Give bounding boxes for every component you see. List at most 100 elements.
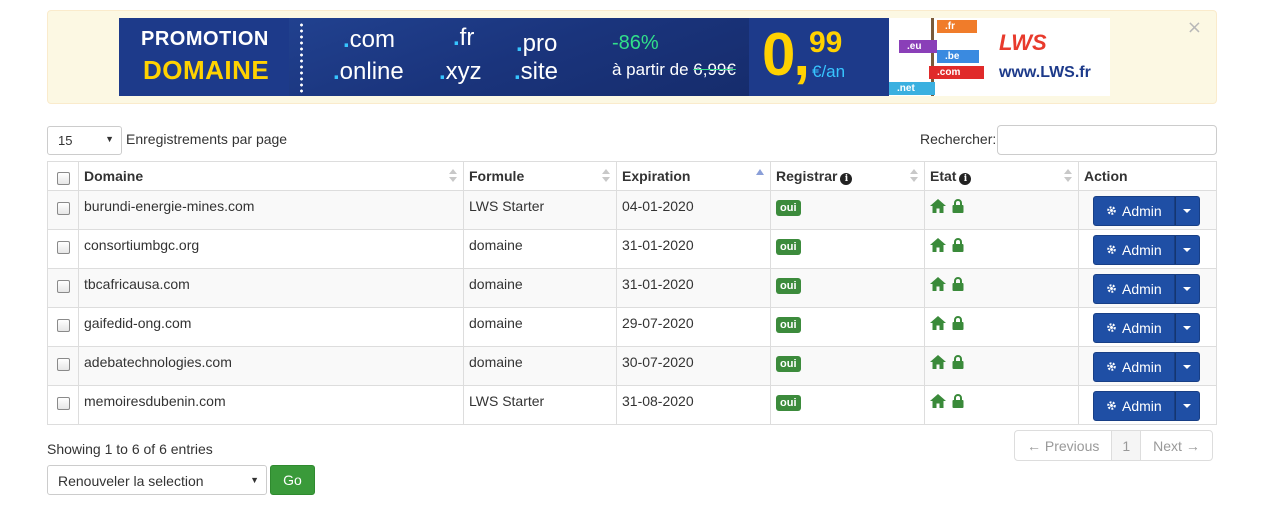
search-input[interactable]: [997, 125, 1217, 155]
domain-cell: consortiumbgc.org: [78, 229, 464, 269]
admin-button-group: Admin: [1093, 352, 1200, 382]
row-checkbox[interactable]: [56, 319, 70, 332]
lws-url: www.LWS.fr: [999, 64, 1091, 81]
admin-button[interactable]: Admin: [1093, 235, 1175, 265]
next-button[interactable]: Next →: [1141, 431, 1212, 460]
registrar-cell: oui: [770, 229, 925, 269]
admin-button[interactable]: Admin: [1093, 352, 1175, 382]
row-checkbox[interactable]: [56, 358, 70, 371]
header-formule-label: Formule: [469, 168, 525, 184]
expiration-cell: 30-07-2020: [616, 346, 771, 386]
admin-dropdown-toggle[interactable]: [1174, 313, 1200, 343]
expiration-date: 31-01-2020: [622, 237, 694, 253]
promo-subtitle: DOMAINE: [143, 55, 270, 85]
header-expiration[interactable]: Expiration: [616, 161, 771, 191]
price-main: 0,: [762, 21, 810, 88]
tld-pro: .pro: [516, 30, 558, 57]
caret-down-icon: [1183, 248, 1192, 252]
domains-table: Domaine Formule Expiration Registrar i Et…: [47, 161, 1217, 425]
promo-alert: PROMOTION DOMAINE .com .fr .pro .online …: [47, 10, 1217, 104]
admin-button[interactable]: Admin: [1093, 196, 1175, 226]
expiration-date: 29-07-2020: [622, 315, 694, 331]
table-info: Showing 1 to 6 of 6 entries: [47, 441, 213, 457]
formule-value: LWS Starter: [469, 393, 545, 409]
admin-dropdown-toggle[interactable]: [1174, 352, 1200, 382]
lws-logo: LWS: [999, 30, 1047, 55]
admin-button[interactable]: Admin: [1093, 391, 1175, 421]
header-domaine[interactable]: Domaine: [78, 161, 464, 191]
expiration-date: 31-01-2020: [622, 276, 694, 292]
row-checkbox[interactable]: [56, 280, 70, 293]
lock-icon: [952, 316, 964, 333]
domain-cell: burundi-energie-mines.com: [78, 190, 464, 230]
price-per-year: €/an: [812, 62, 846, 81]
registrar-cell: oui: [770, 307, 925, 347]
admin-button[interactable]: Admin: [1093, 313, 1175, 343]
admin-button-label: Admin: [1122, 359, 1162, 375]
table-row: consortiumbgc.org domaine 31-01-2020 oui Adm…: [47, 229, 1217, 269]
header-etat-label: Etat: [930, 168, 957, 184]
registrar-badge: oui: [776, 395, 801, 411]
go-button[interactable]: Go: [270, 465, 315, 495]
admin-button-group: Admin: [1093, 313, 1200, 343]
info-icon[interactable]: i: [840, 173, 853, 185]
header-action: Action: [1078, 161, 1217, 191]
admin-dropdown-toggle[interactable]: [1174, 391, 1200, 421]
promo-banner[interactable]: PROMOTION DOMAINE .com .fr .pro .online …: [119, 18, 1110, 96]
header-registrar[interactable]: Registrar i: [770, 161, 925, 191]
caret-down-icon: [1183, 365, 1192, 369]
tld-fr: .fr: [453, 24, 475, 51]
page-1-button[interactable]: 1: [1111, 431, 1142, 460]
formule-value: domaine: [469, 276, 523, 292]
sort-icon: [910, 169, 918, 183]
table-row: memoiresdubenin.com LWS Starter 31-08-2020…: [47, 385, 1217, 425]
home-icon: [930, 238, 946, 255]
table-row: burundi-energie-mines.com LWS Starter 04-0…: [47, 190, 1217, 230]
discount-badge: -86%: [612, 32, 659, 54]
gear-icon: [1106, 281, 1117, 297]
flag-com: .com: [929, 66, 984, 79]
admin-button[interactable]: Admin: [1093, 274, 1175, 304]
select-all-checkbox[interactable]: [56, 172, 70, 185]
formule-cell: domaine: [463, 268, 617, 308]
etat-cell: [924, 229, 1079, 269]
flag-net: .net: [889, 82, 935, 95]
select-all-header: [47, 161, 79, 191]
header-etat[interactable]: Etat i: [924, 161, 1079, 191]
formule-value: domaine: [469, 354, 523, 370]
tld-online: .online: [333, 58, 404, 85]
page-length-select[interactable]: 15 ▼: [47, 126, 122, 155]
admin-dropdown-toggle[interactable]: [1174, 196, 1200, 226]
etat-cell: [924, 268, 1079, 308]
header-formule[interactable]: Formule: [463, 161, 617, 191]
expiration-cell: 31-01-2020: [616, 268, 771, 308]
previous-button[interactable]: ← Previous: [1015, 431, 1111, 460]
gear-icon: [1106, 398, 1117, 414]
formule-value: domaine: [469, 237, 523, 253]
registrar-badge: oui: [776, 356, 801, 372]
flag-fr: .fr: [937, 20, 977, 33]
price-cents: 99: [809, 26, 843, 59]
admin-dropdown-toggle[interactable]: [1174, 274, 1200, 304]
lock-icon: [952, 394, 964, 411]
old-price: 6,99€: [693, 60, 736, 79]
row-checkbox[interactable]: [56, 397, 70, 410]
tld-xyz: .xyz: [439, 58, 482, 85]
table-row: tbcafricausa.com domaine 31-01-2020 oui Admi…: [47, 268, 1217, 308]
bulk-action-select[interactable]: Renouveler la selection ▼: [47, 465, 267, 495]
chevron-down-icon: ▼: [105, 134, 114, 144]
row-checkbox[interactable]: [56, 202, 70, 215]
domain-name: consortiumbgc.org: [84, 237, 200, 253]
admin-button-group: Admin: [1093, 391, 1200, 421]
expiration-cell: 04-01-2020: [616, 190, 771, 230]
info-icon[interactable]: i: [959, 173, 972, 185]
gear-icon: [1106, 359, 1117, 375]
row-checkbox[interactable]: [56, 241, 70, 254]
from-price-text: à partir de 6,99€: [612, 60, 736, 80]
etat-cell: [924, 190, 1079, 230]
expiration-date: 04-01-2020: [622, 198, 694, 214]
admin-dropdown-toggle[interactable]: [1174, 235, 1200, 265]
lock-icon: [952, 238, 964, 255]
header-action-label: Action: [1084, 168, 1128, 184]
close-icon[interactable]: ×: [1187, 17, 1202, 38]
